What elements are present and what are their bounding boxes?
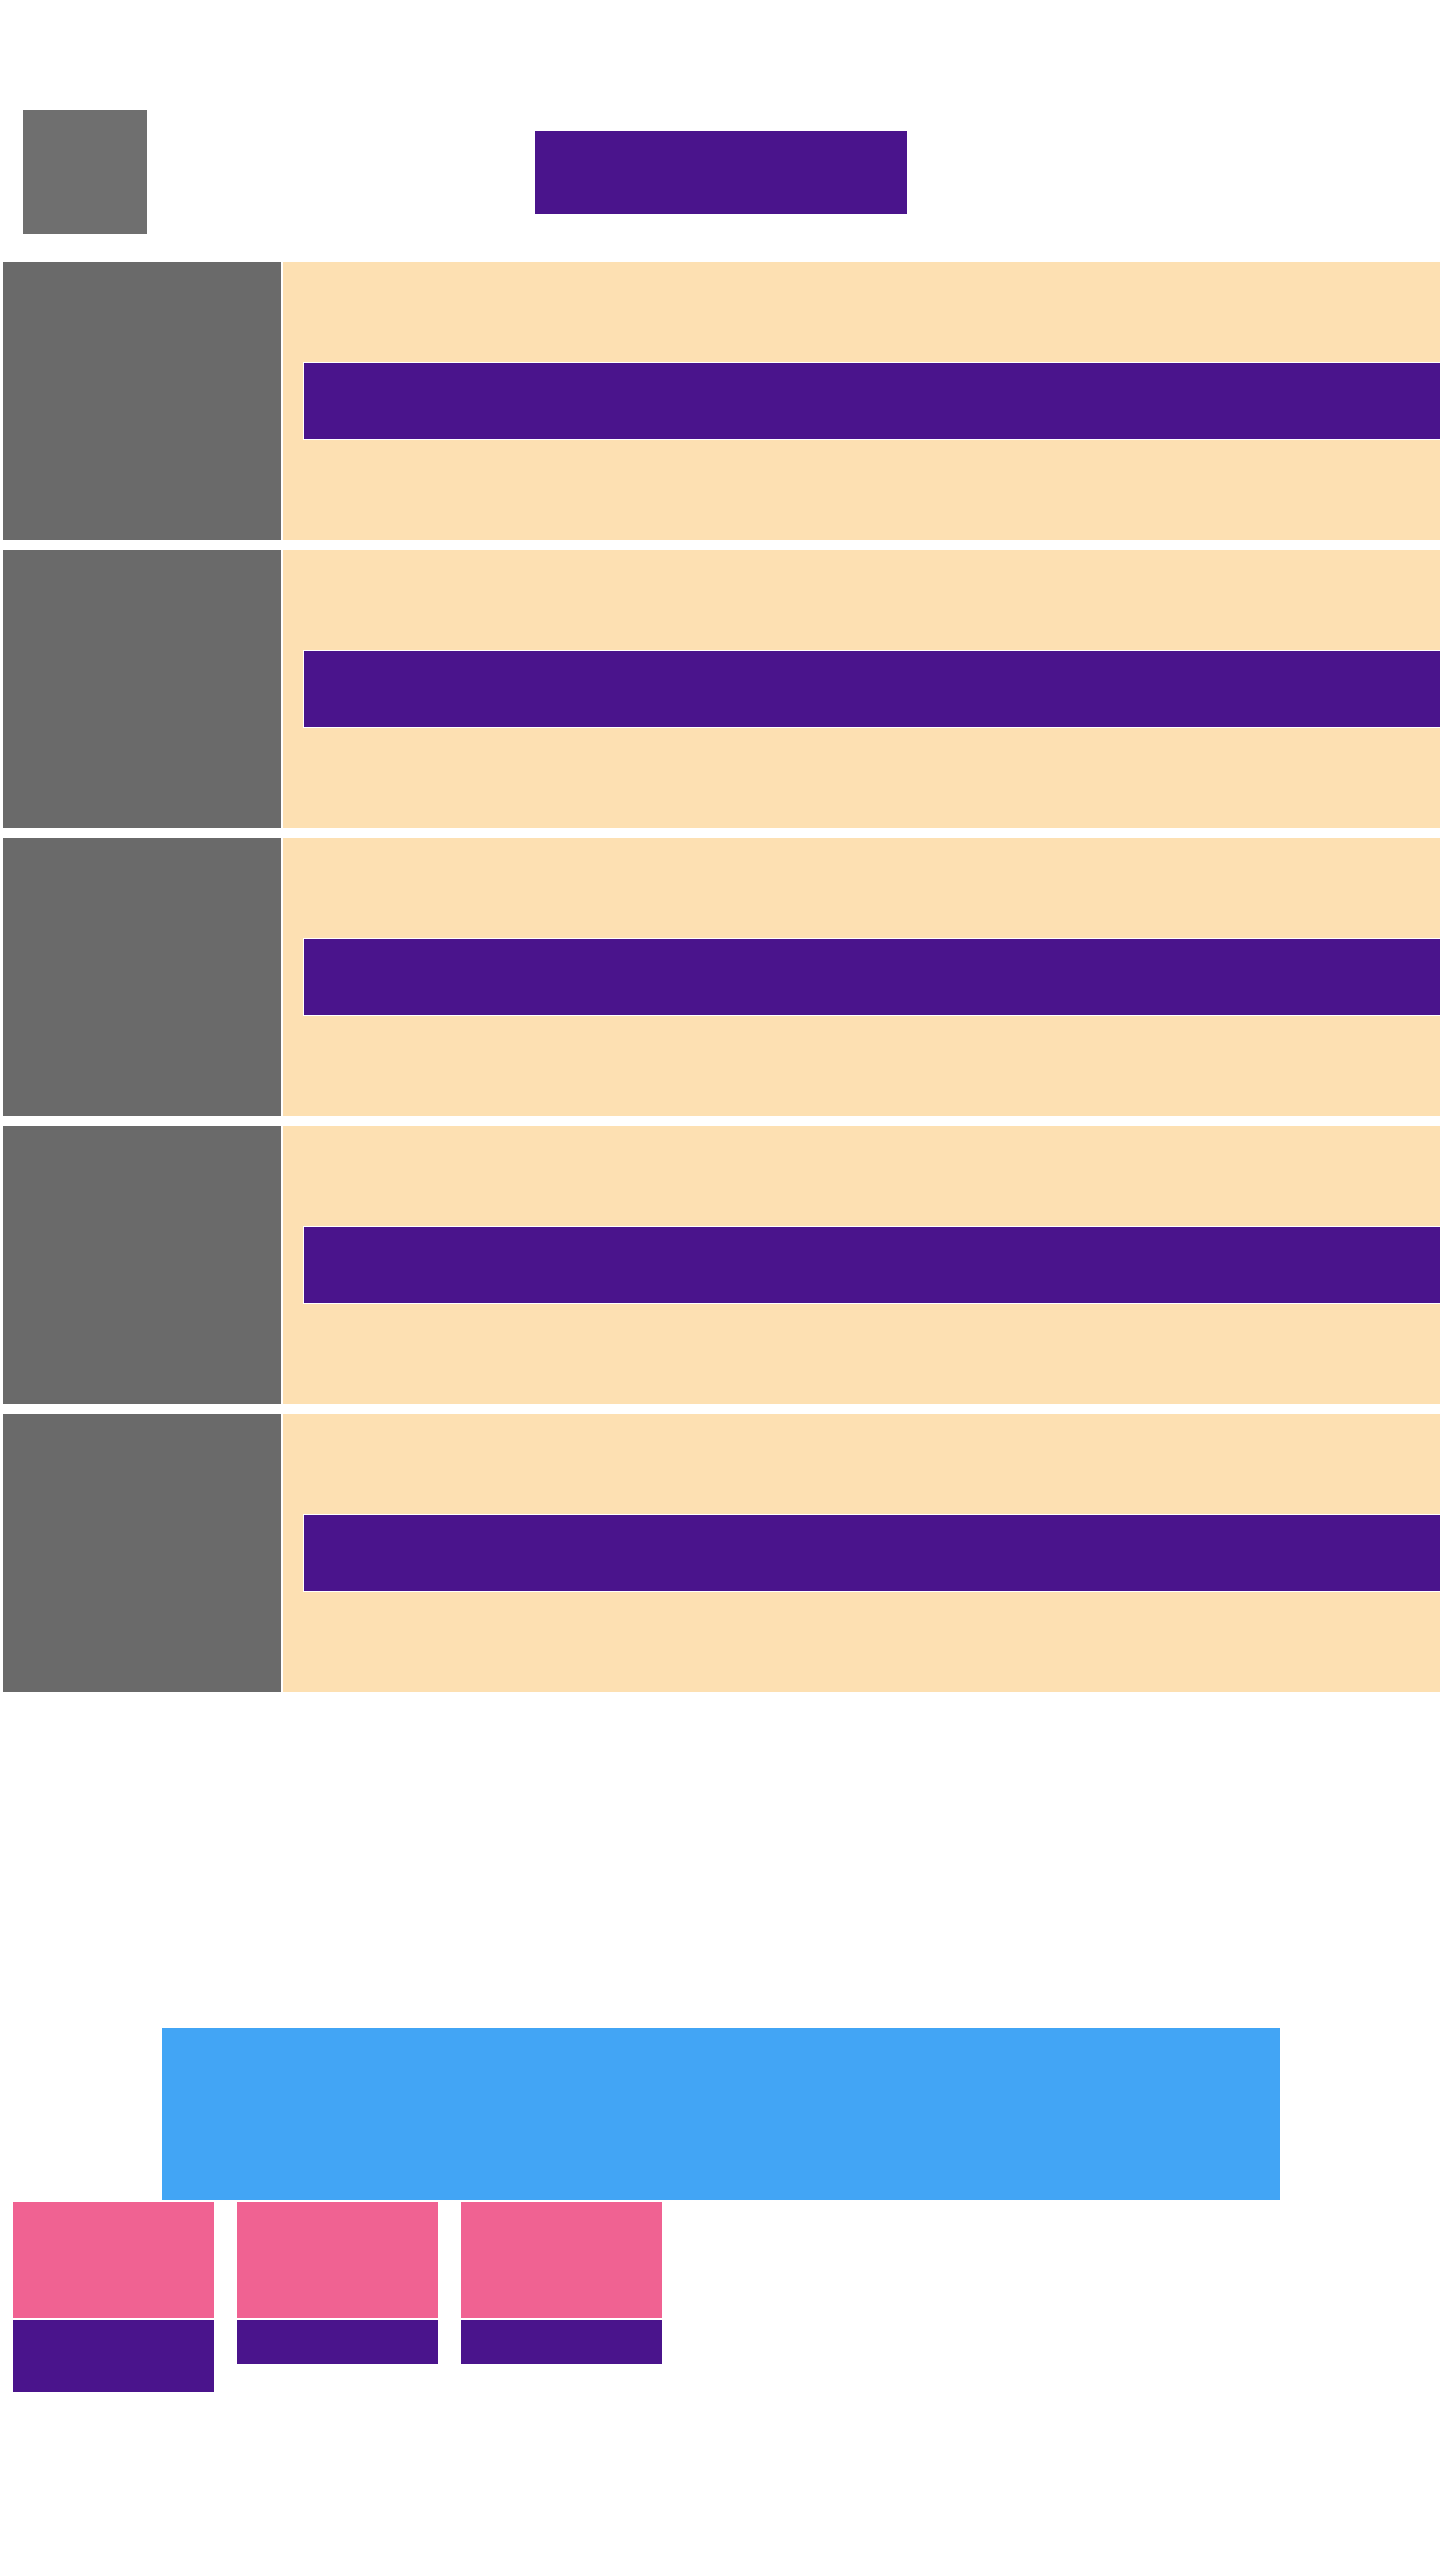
card[interactable]: [13, 2202, 214, 2392]
promo-banner[interactable]: [162, 2028, 1280, 2200]
list-item-label: [303, 362, 1440, 440]
card[interactable]: [237, 2202, 438, 2364]
card-image: [237, 2202, 438, 2318]
list-item-label: [303, 1514, 1440, 1592]
card-caption: [461, 2320, 662, 2364]
list-item-thumbnail: [3, 1414, 281, 1692]
list-item[interactable]: [3, 550, 1440, 830]
list-item-thumbnail: [3, 1126, 281, 1404]
card-caption: [13, 2320, 214, 2392]
list-item-label: [303, 650, 1440, 728]
page-title: [535, 131, 907, 214]
list-item-thumbnail: [3, 550, 281, 828]
list-item-label: [303, 1226, 1440, 1304]
list-item-thumbnail: [3, 838, 281, 1116]
card-image: [13, 2202, 214, 2318]
card-image: [461, 2202, 662, 2318]
list-item-panel: [283, 1126, 1440, 1404]
list-item-panel: [283, 838, 1440, 1116]
list-item-panel: [283, 1414, 1440, 1692]
list-item-panel: [283, 550, 1440, 828]
card-caption: [237, 2320, 438, 2364]
list-item[interactable]: [3, 262, 1440, 542]
list-item[interactable]: [3, 1414, 1440, 1694]
list-item-panel: [283, 262, 1440, 540]
list-item[interactable]: [3, 1126, 1440, 1406]
list-item-thumbnail: [3, 262, 281, 540]
card[interactable]: [461, 2202, 662, 2364]
avatar[interactable]: [23, 110, 147, 234]
list-item[interactable]: [3, 838, 1440, 1118]
list-item-label: [303, 938, 1440, 1016]
